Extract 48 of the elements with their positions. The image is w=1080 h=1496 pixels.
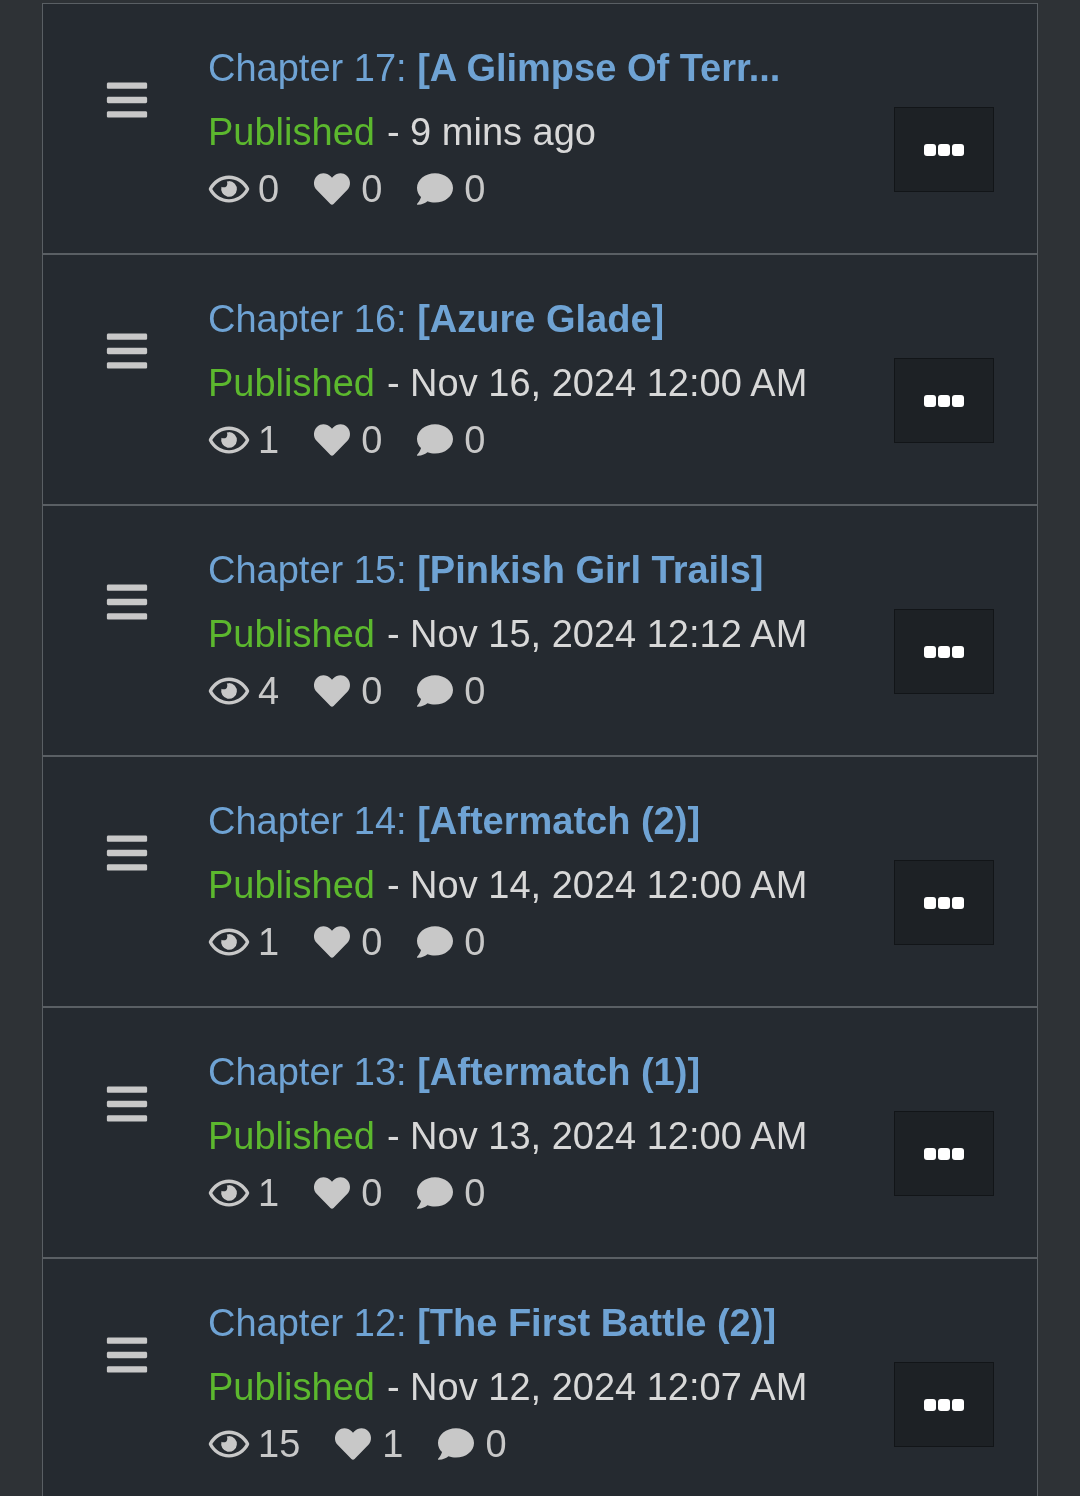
view-count: 1 xyxy=(258,421,280,459)
ellipsis-icon xyxy=(924,1147,964,1160)
publish-time: - Nov 13, 2024 12:00 AM xyxy=(386,1114,808,1159)
comment-count: 0 xyxy=(464,672,486,710)
ellipsis-icon xyxy=(924,896,964,909)
like-count: 0 xyxy=(361,923,383,961)
chapter-title[interactable]: Chapter 17: [A Glimpse Of Terr... xyxy=(208,42,888,94)
comment-count: 0 xyxy=(464,170,486,208)
more-options-button[interactable] xyxy=(894,1362,994,1447)
like-count: 1 xyxy=(382,1425,404,1463)
ellipsis-icon xyxy=(924,1398,964,1411)
status-label: Published xyxy=(208,1365,375,1410)
publish-time: - 9 mins ago xyxy=(386,110,596,155)
status-label: Published xyxy=(208,1114,375,1159)
more-options-button[interactable] xyxy=(894,1111,994,1196)
ellipsis-icon xyxy=(924,645,964,658)
status-label: Published xyxy=(208,612,375,657)
more-options-button[interactable] xyxy=(894,609,994,694)
status-label: Published xyxy=(208,110,375,155)
ellipsis-icon xyxy=(924,394,964,407)
like-count: 0 xyxy=(361,1174,383,1212)
view-count: 1 xyxy=(258,923,280,961)
status-label: Published xyxy=(208,863,375,908)
chapter-title[interactable]: Chapter 15: [Pinkish Girl Trails] xyxy=(208,544,888,596)
publish-time: - Nov 16, 2024 12:00 AM xyxy=(386,361,808,406)
chapter-title[interactable]: Chapter 13: [Aftermatch (1)] xyxy=(208,1046,888,1098)
publish-time: - Nov 14, 2024 12:00 AM xyxy=(386,863,808,908)
view-count: 1 xyxy=(258,1174,280,1212)
ellipsis-icon xyxy=(924,143,964,156)
chapter-title[interactable]: Chapter 14: [Aftermatch (2)] xyxy=(208,795,888,847)
publish-time: - Nov 12, 2024 12:07 AM xyxy=(386,1365,808,1410)
comment-count: 0 xyxy=(464,1174,486,1212)
view-count: 15 xyxy=(258,1425,301,1463)
more-options-button[interactable] xyxy=(894,107,994,192)
chapter-title[interactable]: Chapter 16: [Azure Glade] xyxy=(208,293,888,345)
view-count: 4 xyxy=(258,672,280,710)
status-label: Published xyxy=(208,361,375,406)
like-count: 0 xyxy=(361,421,383,459)
view-count: 0 xyxy=(258,170,280,208)
comment-count: 0 xyxy=(464,923,486,961)
comment-count: 0 xyxy=(485,1425,507,1463)
chapter-title[interactable]: Chapter 12: [The First Battle (2)] xyxy=(208,1297,888,1349)
like-count: 0 xyxy=(361,170,383,208)
more-options-button[interactable] xyxy=(894,860,994,945)
comment-count: 0 xyxy=(464,421,486,459)
like-count: 0 xyxy=(361,672,383,710)
more-options-button[interactable] xyxy=(894,358,994,443)
publish-time: - Nov 15, 2024 12:12 AM xyxy=(386,612,808,657)
